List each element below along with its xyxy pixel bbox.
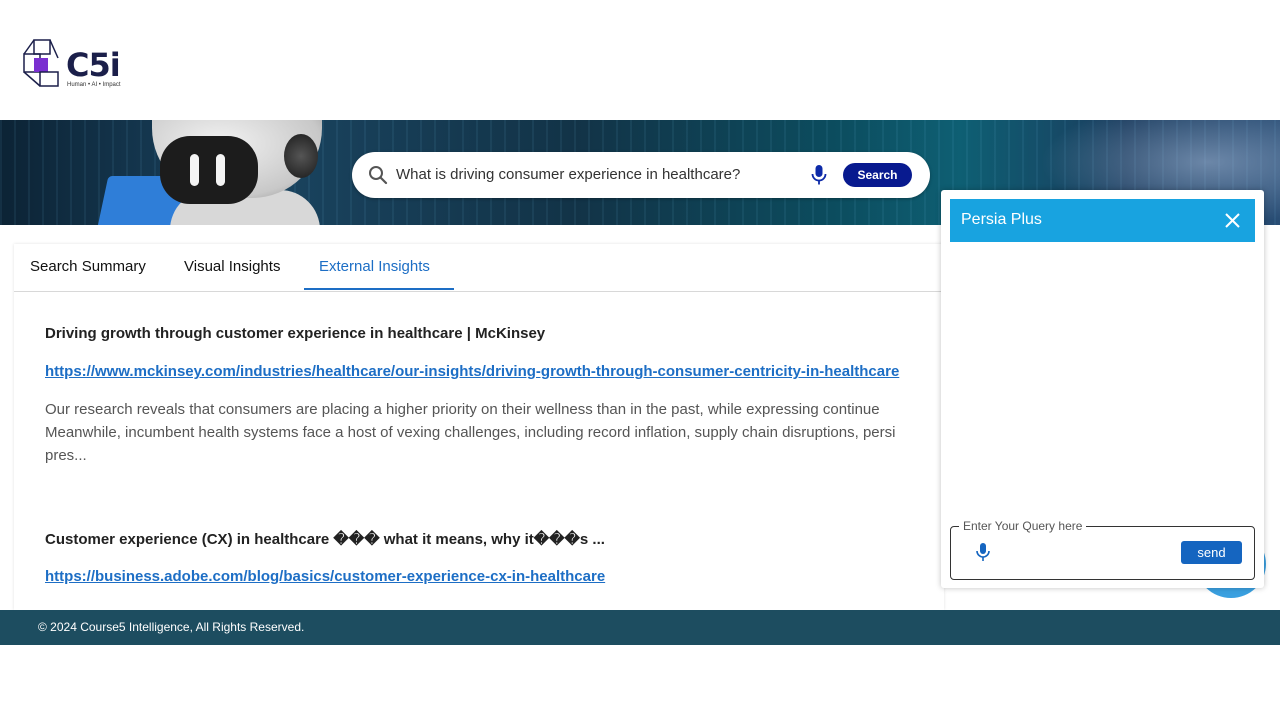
result-title: Driving growth through customer experien…: [45, 325, 546, 342]
result-link[interactable]: https://www.mckinsey.com/industries/heal…: [45, 363, 899, 380]
chat-query-field[interactable]: Enter Your Query here send: [950, 519, 1255, 580]
c5i-logo-icon: [23, 39, 59, 87]
search-bar[interactable]: What is driving consumer experience in h…: [352, 152, 930, 198]
robot-eye: [190, 154, 199, 186]
mic-icon[interactable]: [975, 542, 991, 562]
result-title: Customer experience (CX) in healthcare �…: [45, 531, 605, 548]
chat-query-label: Enter Your Query here: [959, 519, 1087, 533]
page-header: C5i Human • AI • Impact: [0, 0, 1280, 120]
chat-title: Persia Plus: [961, 211, 1042, 228]
result-description-line: Meanwhile, incumbent health systems face…: [45, 424, 896, 441]
robot-eye: [216, 154, 225, 186]
chat-header: Persia Plus: [950, 199, 1255, 242]
tab-external-insights[interactable]: External Insights: [319, 258, 430, 275]
result-description-line: Our research reveals that consumers are …: [45, 401, 880, 418]
result-link[interactable]: https://business.adobe.com/blog/basics/c…: [45, 568, 605, 585]
logo-text: C5i: [66, 46, 121, 84]
results-panel: Search Summary Visual Insights External …: [14, 244, 944, 610]
logo[interactable]: C5i Human • AI • Impact: [20, 36, 130, 92]
close-icon[interactable]: [1224, 212, 1241, 229]
copyright-text: © 2024 Course5 Intelligence, All Rights …: [38, 620, 305, 634]
chat-panel: Persia Plus Enter Your Query here send: [941, 190, 1264, 588]
result-description-line: pres...: [45, 447, 87, 464]
robot-face-image: [160, 136, 258, 204]
active-tab-indicator: [304, 288, 454, 290]
logo-tagline: Human • AI • Impact: [67, 82, 121, 88]
tab-bar: Search Summary Visual Insights External …: [14, 244, 944, 292]
tab-visual-insights[interactable]: Visual Insights: [184, 258, 280, 275]
robot-ear-image: [284, 134, 318, 178]
send-button[interactable]: send: [1181, 541, 1242, 564]
mic-icon[interactable]: [810, 164, 828, 186]
page-footer: © 2024 Course5 Intelligence, All Rights …: [0, 610, 1280, 645]
result-description: Our research reveals that consumers are …: [45, 398, 944, 467]
search-button[interactable]: Search: [843, 163, 912, 187]
search-input[interactable]: What is driving consumer experience in h…: [396, 166, 740, 183]
search-icon: [369, 166, 388, 185]
tab-search-summary[interactable]: Search Summary: [30, 258, 146, 275]
